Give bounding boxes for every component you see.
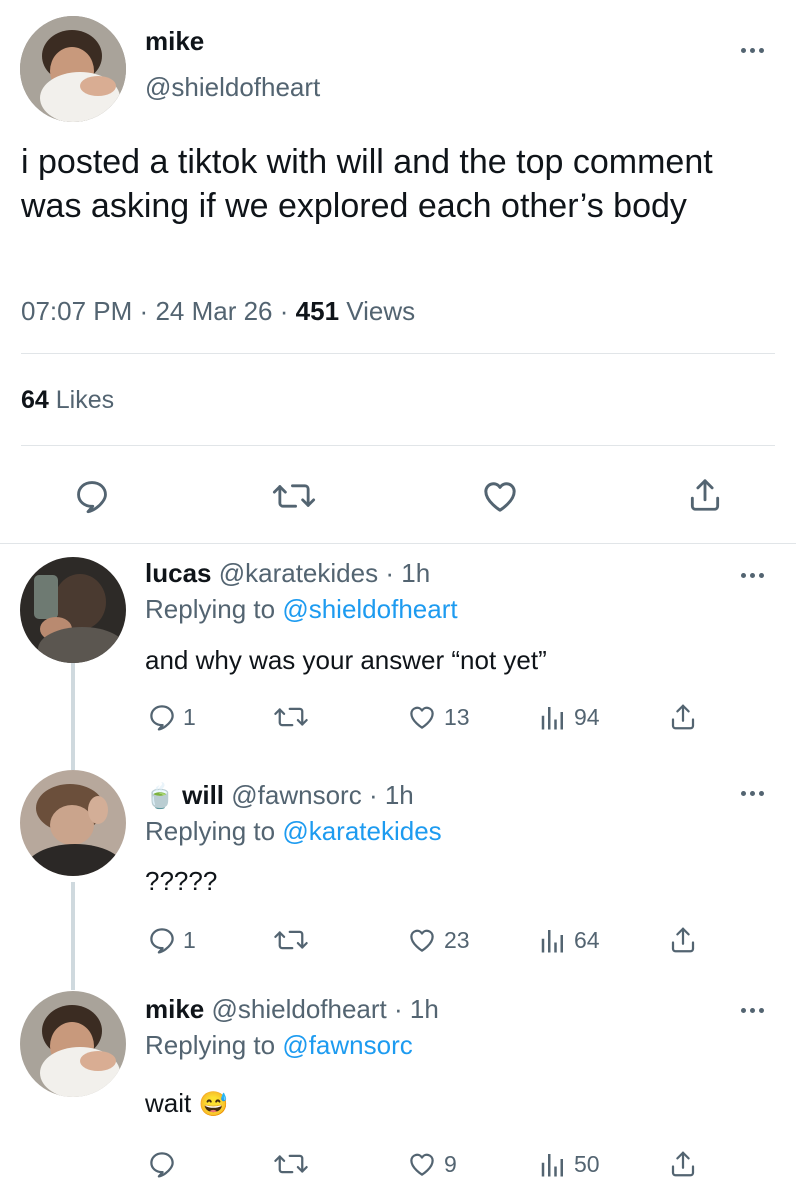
like-icon <box>406 702 438 732</box>
reply-text-row: wait 😅 <box>145 1088 228 1119</box>
thread-line <box>71 882 75 990</box>
divider <box>0 543 796 544</box>
tweet-time: 07:07 PM <box>21 296 133 326</box>
reply-author-handle[interactable]: @fawnsorc <box>231 780 361 810</box>
reply-count: 1 <box>183 926 196 953</box>
retweet-icon[interactable] <box>272 477 316 515</box>
reply-button[interactable]: 1 <box>147 702 196 732</box>
share-button[interactable] <box>668 925 698 955</box>
divider <box>21 353 775 354</box>
reply-button[interactable]: 1 <box>147 925 196 955</box>
retweet-button[interactable] <box>273 702 315 732</box>
separator: · <box>394 994 403 1024</box>
like-icon <box>406 925 438 955</box>
share-icon <box>668 925 698 955</box>
replying-to: Replying to @fawnsorc <box>145 1030 413 1061</box>
reply-header: lucas @karatekides · 1h <box>145 558 430 589</box>
reply-text: wait <box>145 1088 192 1118</box>
replying-to-link[interactable]: @fawnsorc <box>282 1030 412 1060</box>
reply-header: mike @shieldofheart · 1h <box>145 994 439 1025</box>
share-button[interactable] <box>668 702 698 732</box>
replying-to-link[interactable]: @shieldofheart <box>282 594 457 624</box>
share-icon <box>668 702 698 732</box>
reply-icon <box>147 702 177 732</box>
author-name[interactable]: mike <box>145 26 204 57</box>
replying-to: Replying to @karatekides <box>145 816 442 847</box>
likes-stat[interactable]: 64 Likes <box>21 386 114 415</box>
reply-author-handle[interactable]: @shieldofheart <box>212 994 387 1024</box>
retweet-icon <box>273 702 309 732</box>
reply-time[interactable]: 1h <box>410 994 439 1024</box>
separator: · <box>279 296 289 326</box>
more-icon[interactable] <box>741 791 764 796</box>
replying-to-link[interactable]: @karatekides <box>282 816 441 846</box>
views-icon <box>538 702 568 732</box>
reply-header: 🍵 will @fawnsorc · 1h <box>145 780 414 811</box>
view-count: 50 <box>574 1150 600 1177</box>
avatar[interactable] <box>20 16 126 122</box>
views-label: Views <box>346 296 416 326</box>
reply-button[interactable] <box>147 1149 183 1179</box>
share-button[interactable] <box>668 1149 698 1179</box>
like-count: 23 <box>444 926 470 953</box>
like-button[interactable]: 9 <box>406 1149 457 1179</box>
reply-icon <box>147 1149 177 1179</box>
likes-count: 64 <box>21 386 49 414</box>
like-button[interactable]: 13 <box>406 702 470 732</box>
like-count: 13 <box>444 703 470 730</box>
reply-author-name[interactable]: mike <box>145 994 204 1024</box>
reply-author-name[interactable]: lucas <box>145 558 212 588</box>
reply-author-name[interactable]: will <box>182 780 224 810</box>
more-icon[interactable] <box>741 48 764 53</box>
avatar[interactable] <box>20 557 126 663</box>
retweet-icon <box>273 925 309 955</box>
retweet-button[interactable] <box>273 1149 315 1179</box>
replying-to-prefix: Replying to <box>145 816 276 846</box>
likes-label: Likes <box>55 386 115 414</box>
views-button[interactable]: 50 <box>538 1149 600 1179</box>
like-button[interactable]: 23 <box>406 925 470 955</box>
reply-text: and why was your answer “not yet” <box>145 645 547 675</box>
reply-count: 1 <box>183 703 196 730</box>
like-count: 9 <box>444 1150 457 1177</box>
replying-to-prefix: Replying to <box>145 594 276 624</box>
avatar[interactable] <box>20 770 126 876</box>
more-icon[interactable] <box>741 573 764 578</box>
avatar[interactable] <box>20 991 126 1097</box>
share-icon <box>668 1149 698 1179</box>
reply-author-emoji: 🍵 <box>145 783 175 810</box>
separator: · <box>368 780 378 810</box>
retweet-icon <box>273 1149 309 1179</box>
more-icon[interactable] <box>741 1008 764 1013</box>
view-count: 94 <box>574 703 600 730</box>
replying-to: Replying to @shieldofheart <box>145 594 458 625</box>
reply-time[interactable]: 1h <box>385 780 414 810</box>
views-button[interactable]: 64 <box>538 925 600 955</box>
replying-to-prefix: Replying to <box>145 1030 276 1060</box>
separator: · <box>385 558 394 588</box>
grinning-sweat-emoji: 😅 <box>198 1091 229 1118</box>
separator: · <box>139 296 149 326</box>
reply-author-handle[interactable]: @karatekides <box>219 558 378 588</box>
tweet-meta: 07:07 PM · 24 Mar 26 · 451 Views <box>21 296 415 327</box>
author-handle[interactable]: @shieldofheart <box>145 72 320 103</box>
reply-time[interactable]: 1h <box>401 558 430 588</box>
tweet-text: i posted a tiktok with will and the top … <box>21 143 713 225</box>
reply-text: ????? <box>145 866 218 896</box>
thread-line <box>71 662 75 770</box>
tweet-date: 24 Mar 26 <box>155 296 273 326</box>
views-icon <box>538 1149 568 1179</box>
retweet-button[interactable] <box>273 925 315 955</box>
views-button[interactable]: 94 <box>538 702 600 732</box>
view-count: 64 <box>574 926 600 953</box>
reply-icon[interactable] <box>73 477 111 515</box>
reply-icon <box>147 925 177 955</box>
divider <box>21 445 775 446</box>
share-icon[interactable] <box>686 475 724 515</box>
views-icon <box>538 925 568 955</box>
views-count: 451 <box>295 296 340 326</box>
like-icon[interactable] <box>479 476 521 516</box>
like-icon <box>406 1149 438 1179</box>
